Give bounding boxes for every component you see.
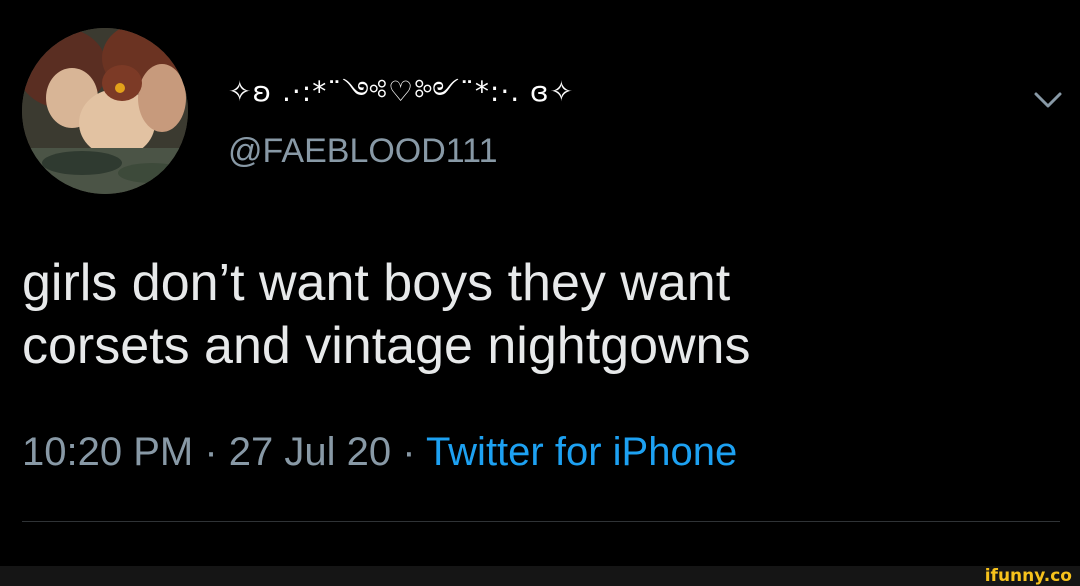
meta-separator: · [193, 430, 229, 474]
watermark-bar: ifunny.co [0, 566, 1080, 586]
tweet-text-line: girls don’t want boys they want [22, 254, 731, 312]
tweet-text-line: corsets and vintage nightgowns [22, 317, 751, 375]
tweet-card: ✧ʚ .·:*¨༺♡༻¨*:·. ɞ✧ @FAEBLOOD111 girls d… [0, 0, 1080, 566]
tweet-date[interactable]: 27 Jul 20 [229, 430, 391, 474]
tweet-source-link[interactable]: Twitter for iPhone [426, 430, 737, 474]
tweet-meta: 10:20 PM · 27 Jul 20 · Twitter for iPhon… [22, 430, 737, 475]
tweet-time[interactable]: 10:20 PM [22, 430, 193, 474]
ifunny-watermark: ifunny.co [984, 566, 1072, 586]
meta-separator: · [391, 430, 426, 474]
tweet-body: girls don’t want boys they want corsets … [22, 252, 1052, 378]
display-name[interactable]: ✧ʚ .·:*¨༺♡༻¨*:·. ɞ✧ [228, 60, 574, 139]
divider [22, 521, 1060, 522]
profile-avatar[interactable] [22, 28, 188, 194]
chevron-down-icon[interactable] [1030, 82, 1066, 118]
user-handle[interactable]: @FAEBLOOD111 [228, 132, 497, 171]
painting-avatar-icon [22, 28, 188, 194]
